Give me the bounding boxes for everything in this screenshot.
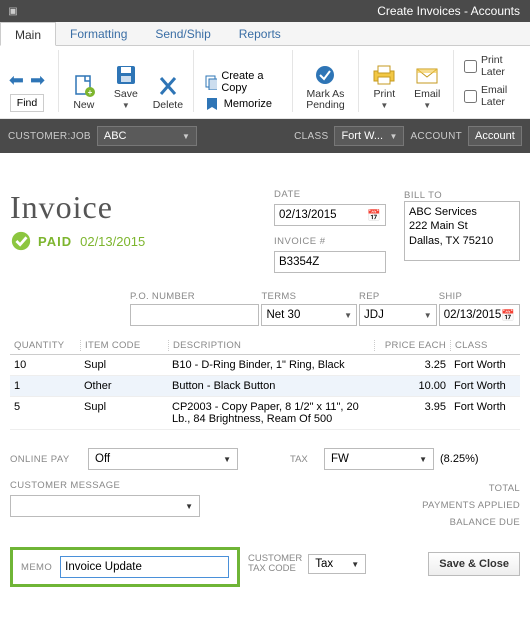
memo-input[interactable] xyxy=(60,556,229,578)
col-desc: DESCRIPTION xyxy=(168,340,374,351)
account-select[interactable]: Account xyxy=(468,126,522,146)
payments-label: PAYMENTS APPLIED xyxy=(290,497,520,514)
context-bar: CUSTOMER:JOB ABC▼ CLASS Fort W...▼ ACCOU… xyxy=(0,119,530,153)
save-button[interactable]: Save ▼ xyxy=(107,63,145,112)
po-label: P.O. NUMBER xyxy=(130,291,259,304)
class-label: CLASS xyxy=(294,131,328,142)
memo-label: MEMO xyxy=(21,562,52,573)
chevron-down-icon: ▼ xyxy=(380,101,388,110)
next-button[interactable]: ➡ xyxy=(28,70,47,91)
col-price: PRICE EACH xyxy=(374,340,450,351)
calendar-icon[interactable]: 📅 xyxy=(501,309,515,322)
footer-row: MEMO CUSTOMER TAX CODE Tax▼ Save & Close xyxy=(0,537,530,597)
delete-icon xyxy=(157,74,179,98)
class-select[interactable]: Fort W...▼ xyxy=(334,126,404,146)
tab-formatting[interactable]: Formatting xyxy=(56,22,141,45)
mark-pending-button[interactable]: Mark As Pending xyxy=(298,63,352,112)
total-label: TOTAL xyxy=(290,480,520,497)
date-field[interactable]: 02/13/2015 📅 xyxy=(274,204,386,226)
window-icon: ▣ xyxy=(6,6,20,17)
po-field[interactable] xyxy=(130,304,259,326)
new-button[interactable]: + New xyxy=(65,74,103,112)
chevron-down-icon: ▼ xyxy=(423,101,431,110)
tax-percent: (8.25%) xyxy=(440,453,479,465)
print-later-checkbox[interactable]: Print Later xyxy=(464,52,524,80)
paid-stamp: PAID 02/13/2015 xyxy=(10,230,264,252)
table-row[interactable]: 10 Supl B10 - D-Ring Binder, 1" Ring, Bl… xyxy=(10,355,520,376)
chevron-down-icon: ▼ xyxy=(185,502,193,511)
col-class: CLASS xyxy=(450,340,520,351)
invoice-no-field[interactable]: B3354Z xyxy=(274,251,386,273)
chevron-down-icon: ▼ xyxy=(424,311,432,320)
email-icon xyxy=(414,63,440,87)
customer-job-label: CUSTOMER:JOB xyxy=(8,131,91,142)
email-button[interactable]: Email ▼ xyxy=(407,63,447,112)
print-button[interactable]: Print ▼ xyxy=(365,63,403,112)
email-later-checkbox[interactable]: Email Later xyxy=(464,82,524,110)
customer-message-select[interactable]: ▼ xyxy=(10,495,200,517)
copy-icon xyxy=(204,74,218,90)
ribbon: ⬅ ➡ Find + New Save ▼ Delete Create a Co… xyxy=(0,46,530,119)
create-copy-button[interactable]: Create a Copy xyxy=(204,70,282,94)
chevron-down-icon: ▼ xyxy=(419,455,427,464)
memo-highlight: MEMO xyxy=(10,547,240,587)
invoice-form: Invoice PAID 02/13/2015 DATE 02/13/2015 … xyxy=(0,153,530,537)
page-title: Invoice xyxy=(10,189,264,226)
ship-field[interactable]: 02/13/2015📅 xyxy=(439,304,520,326)
ship-label: SHIP xyxy=(439,291,520,304)
chevron-down-icon: ▼ xyxy=(182,132,190,141)
customer-message-label: CUSTOMER MESSAGE xyxy=(10,480,278,491)
prev-button[interactable]: ⬅ xyxy=(7,70,26,91)
rep-select[interactable]: JDJ▼ xyxy=(359,304,437,326)
tax-select[interactable]: FW▼ xyxy=(324,448,434,470)
rep-label: REP xyxy=(359,291,437,304)
chevron-down-icon: ▼ xyxy=(390,132,398,141)
memorize-button[interactable]: Memorize xyxy=(204,96,282,112)
chevron-down-icon: ▼ xyxy=(122,101,130,110)
date-label: DATE xyxy=(274,189,394,200)
col-qty: QUANTITY xyxy=(10,340,80,351)
find-button[interactable]: Find xyxy=(10,94,44,112)
billto-label: BILL TO xyxy=(404,190,442,201)
table-row[interactable]: 5 Supl CP2003 - Copy Paper, 8 1/2" x 11"… xyxy=(10,397,520,430)
tab-send-ship[interactable]: Send/Ship xyxy=(141,22,224,45)
online-pay-select[interactable]: Off▼ xyxy=(88,448,238,470)
memorize-icon xyxy=(204,96,220,112)
title-bar: ▣ Create Invoices - Accounts xyxy=(0,0,530,22)
calendar-icon[interactable]: 📅 xyxy=(367,209,381,222)
table-row[interactable]: 1 Other Button - Black Button 10.00 Fort… xyxy=(10,376,520,397)
tab-main[interactable]: Main xyxy=(0,22,56,46)
chevron-down-icon: ▼ xyxy=(344,311,352,320)
col-item: ITEM CODE xyxy=(80,340,168,351)
print-icon xyxy=(371,63,397,87)
save-close-button[interactable]: Save & Close xyxy=(428,552,520,576)
svg-text:+: + xyxy=(88,88,93,97)
online-pay-label: ONLINE PAY xyxy=(10,454,80,465)
customer-job-select[interactable]: ABC▼ xyxy=(97,126,197,146)
new-doc-icon: + xyxy=(73,74,95,98)
nav-group: ⬅ ➡ Find xyxy=(2,68,52,112)
tax-code-select[interactable]: Tax▼ xyxy=(308,554,366,574)
invoice-no-label: INVOICE # xyxy=(274,236,394,247)
tab-reports[interactable]: Reports xyxy=(225,22,295,45)
terms-select[interactable]: Net 30▼ xyxy=(261,304,357,326)
tax-label: TAX xyxy=(290,454,318,465)
account-label: ACCOUNT xyxy=(410,131,462,142)
paid-check-icon xyxy=(10,230,32,252)
tab-strip: Main Formatting Send/Ship Reports xyxy=(0,22,530,46)
balance-label: BALANCE DUE xyxy=(290,514,520,531)
window-title: Create Invoices - Accounts xyxy=(28,4,524,18)
tax-code-label: CUSTOMER TAX CODE xyxy=(248,554,302,575)
delete-button[interactable]: Delete xyxy=(149,74,187,112)
check-circle-icon xyxy=(314,63,336,87)
chevron-down-icon: ▼ xyxy=(351,560,359,569)
terms-label: TERMS xyxy=(261,291,357,304)
billto-field[interactable]: ABC Services 222 Main St Dallas, TX 7521… xyxy=(404,201,520,261)
chevron-down-icon: ▼ xyxy=(223,455,231,464)
line-items-table: QUANTITY ITEM CODE DESCRIPTION PRICE EAC… xyxy=(10,340,520,430)
save-icon xyxy=(115,63,137,87)
